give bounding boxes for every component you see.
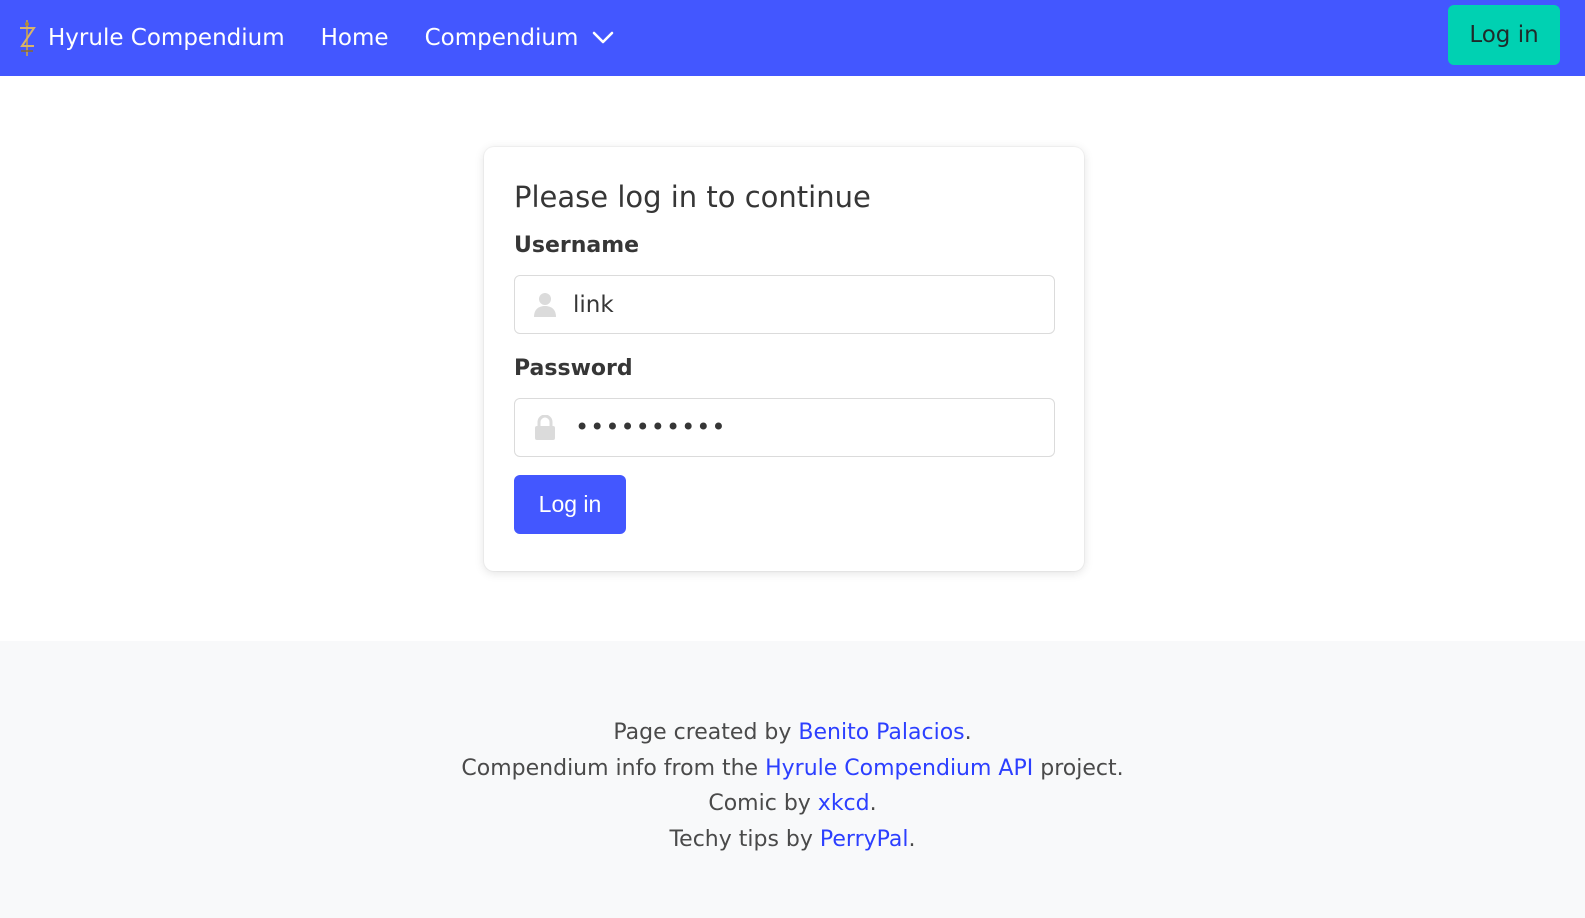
footer-text: . [908, 826, 916, 852]
brand-link[interactable]: Hyrule Compendium [0, 0, 303, 76]
username-label: Username [514, 233, 640, 258]
footer-credit-tips: Techy tips by PerryPal. [0, 822, 1585, 858]
username-field-wrapper [514, 275, 1055, 334]
login-submit-button[interactable]: Log in [514, 475, 626, 534]
nav-compendium-dropdown[interactable]: Compendium [407, 0, 633, 76]
footer-text: . [869, 791, 877, 816]
password-label: Password [514, 356, 633, 381]
footer-text: Page created by [613, 720, 799, 745]
author-link[interactable]: Benito Palacios [798, 720, 964, 745]
login-card: Please log in to continue Username Passw… [484, 147, 1084, 571]
navbar-login-button[interactable]: Log in [1448, 5, 1560, 65]
nav-home-label: Home [320, 25, 389, 51]
nav-compendium-label: Compendium [424, 25, 579, 51]
footer-credit-author: Page created by Benito Palacios. [0, 715, 1585, 751]
user-icon [534, 293, 556, 317]
navbar: Hyrule Compendium Home Compendium Log in [0, 0, 1585, 76]
footer-text: . [964, 720, 972, 745]
master-sword-icon [20, 20, 36, 56]
login-title: Please log in to continue [514, 180, 871, 214]
footer-credit-api: Compendium info from the Hyrule Compendi… [0, 751, 1585, 787]
lock-icon [535, 415, 555, 440]
footer-text: Comic by [708, 791, 818, 816]
password-field[interactable]: •••••••••• [514, 398, 1055, 457]
username-input[interactable] [573, 276, 1043, 333]
perrypal-link[interactable]: PerryPal [820, 827, 909, 852]
brand-label: Hyrule Compendium [48, 25, 285, 51]
api-link[interactable]: Hyrule Compendium API [765, 756, 1033, 781]
footer-text: Techy tips by [669, 826, 820, 852]
chevron-down-icon [593, 31, 614, 44]
footer: Page created by Benito Palacios. Compend… [0, 641, 1585, 918]
nav-home[interactable]: Home [303, 0, 407, 76]
password-input[interactable]: •••••••••• [575, 413, 727, 441]
footer-credit-comic: Comic by xkcd. [0, 786, 1585, 822]
footer-text: Compendium info from the [461, 755, 766, 781]
footer-text: project. [1033, 755, 1124, 781]
xkcd-link[interactable]: xkcd [818, 791, 870, 816]
